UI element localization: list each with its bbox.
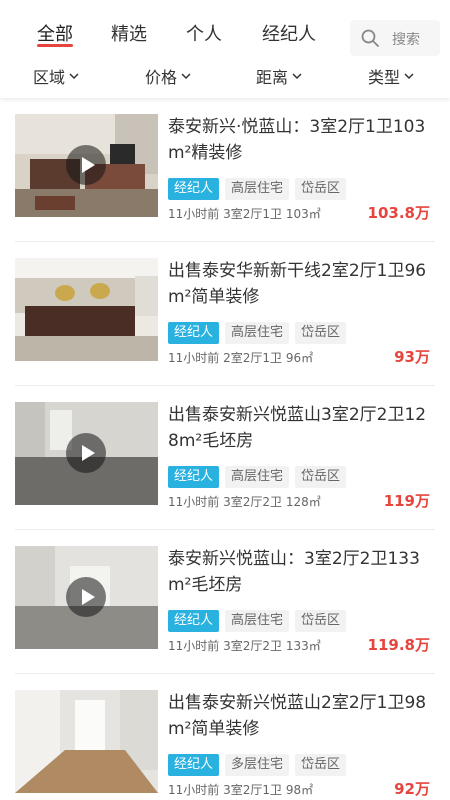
chevron-down-icon [404, 73, 414, 80]
listing-price: 92万 [394, 780, 430, 798]
filter-district[interactable]: 区域 [33, 64, 80, 88]
building-type-tag: 多层住宅 [225, 754, 290, 776]
district-tag: 岱岳区 [295, 754, 347, 776]
agent-tag: 经纪人 [168, 178, 220, 200]
top-bar: 全部 精选 个人 经纪人 搜索 区域 价格 距离 类型 [0, 0, 450, 98]
agent-tag: 经纪人 [168, 466, 220, 488]
chevron-down-icon [69, 73, 79, 80]
chevron-down-icon [292, 73, 302, 80]
filter-price[interactable]: 价格 [145, 64, 192, 88]
district-tag: 岱岳区 [295, 322, 347, 344]
list-item[interactable]: 出售泰安新兴悦蓝山2室2厅1卫98m²简单装修 经纪人 多层住宅 岱岳区 11小… [0, 674, 450, 800]
room-layout: 3室2厅2卫 [223, 639, 283, 653]
floor-area: 128㎡ [285, 495, 321, 509]
room-layout: 3室2厅1卫 [223, 207, 283, 221]
agent-tag: 经纪人 [168, 322, 220, 344]
filter-price-label: 价格 [145, 68, 178, 87]
listing-price: 93万 [394, 348, 430, 366]
listing-meta: 11小时前 2室2厅1卫 96㎡ [168, 349, 313, 366]
agent-tag: 经纪人 [168, 610, 220, 632]
listing-title: 泰安新兴悦蓝山：3室2厅2卫133m²毛坯房 [168, 549, 420, 595]
tab-featured[interactable]: 精选 [111, 20, 147, 46]
floor-area: 96㎡ [285, 351, 314, 365]
filter-distance[interactable]: 距离 [256, 64, 303, 88]
floor-area: 133㎡ [285, 639, 321, 653]
posted-time: 11小时前 [168, 207, 220, 221]
filter-district-label: 区域 [33, 68, 66, 87]
filter-type-label: 类型 [368, 68, 401, 87]
search-box[interactable]: 搜索 [350, 20, 440, 56]
district-tag: 岱岳区 [295, 610, 347, 632]
building-type-tag: 高层住宅 [225, 322, 290, 344]
listing-photo [15, 402, 158, 505]
tab-all[interactable]: 全部 [37, 20, 73, 46]
posted-time: 11小时前 [168, 639, 220, 653]
video-play-button[interactable] [66, 433, 106, 473]
room-layout: 3室2厅1卫 [223, 783, 283, 797]
listing-tags: 经纪人 高层住宅 岱岳区 [168, 178, 352, 200]
listing-tags: 经纪人 高层住宅 岱岳区 [168, 466, 352, 488]
search-icon [361, 29, 379, 47]
listing-meta: 11小时前 3室2厅1卫 103㎡ [168, 205, 321, 222]
listing-title: 出售泰安新兴悦蓝山2室2厅1卫98m²简单装修 [168, 693, 427, 739]
search-label: 搜索 [392, 32, 420, 48]
filter-bar: 区域 价格 距离 类型 [0, 60, 450, 90]
listing-meta: 11小时前 3室2厅2卫 133㎡ [168, 637, 321, 654]
list-item[interactable]: 出售泰安华新新干线2室2厅1卫96m²简单装修 经纪人 高层住宅 岱岳区 11小… [0, 242, 450, 386]
tab-personal[interactable]: 个人 [186, 20, 222, 46]
listing-price: 119万 [383, 492, 430, 510]
room-layout: 3室2厅2卫 [223, 495, 283, 509]
floor-area: 103㎡ [285, 207, 321, 221]
building-type-tag: 高层住宅 [225, 610, 290, 632]
listing-photo [15, 114, 158, 217]
hallway-photo [15, 690, 158, 793]
listing-meta: 11小时前 3室2厅1卫 98㎡ [168, 781, 313, 798]
listing-title: 出售泰安新兴悦蓝山3室2厅2卫128m²毛坯房 [168, 405, 427, 451]
agent-tag: 经纪人 [168, 754, 220, 776]
play-icon [82, 445, 95, 461]
listing-meta: 11小时前 3室2厅2卫 128㎡ [168, 493, 321, 510]
room-layout: 2室2厅1卫 [223, 351, 283, 365]
listing-photo [15, 546, 158, 649]
list-item[interactable]: 出售泰安新兴悦蓝山3室2厅2卫128m²毛坯房 经纪人 高层住宅 岱岳区 11小… [0, 386, 450, 530]
play-icon [82, 157, 95, 173]
play-icon [82, 589, 95, 605]
filter-type[interactable]: 类型 [368, 64, 415, 88]
posted-time: 11小时前 [168, 783, 220, 797]
video-play-button[interactable] [66, 145, 106, 185]
list-item[interactable]: 泰安新兴·悦蓝山：3室2厅1卫103m²精装修 经纪人 高层住宅 岱岳区 11小… [0, 98, 450, 242]
active-tab-indicator [37, 44, 73, 47]
listing-price: 103.8万 [367, 204, 430, 222]
list-item[interactable]: 泰安新兴悦蓝山：3室2厅2卫133m²毛坯房 经纪人 高层住宅 岱岳区 11小时… [0, 530, 450, 674]
listing-title: 泰安新兴·悦蓝山：3室2厅1卫103m²精装修 [168, 117, 426, 163]
filter-distance-label: 距离 [256, 68, 289, 87]
district-tag: 岱岳区 [295, 466, 347, 488]
living-room-photo [15, 258, 158, 361]
district-tag: 岱岳区 [295, 178, 347, 200]
posted-time: 11小时前 [168, 495, 220, 509]
chevron-down-icon [181, 73, 191, 80]
building-type-tag: 高层住宅 [225, 178, 290, 200]
posted-time: 11小时前 [168, 351, 220, 365]
floor-area: 98㎡ [285, 783, 314, 797]
category-tabs: 全部 精选 个人 经纪人 搜索 [0, 8, 450, 56]
listing-tags: 经纪人 高层住宅 岱岳区 [168, 322, 352, 344]
tab-agent[interactable]: 经纪人 [262, 20, 316, 46]
listing-tags: 经纪人 多层住宅 岱岳区 [168, 754, 352, 776]
video-play-button[interactable] [66, 577, 106, 617]
listing-title: 出售泰安华新新干线2室2厅1卫96m²简单装修 [168, 261, 427, 307]
listing-photo [15, 690, 158, 793]
building-type-tag: 高层住宅 [225, 466, 290, 488]
listing-price: 119.8万 [367, 636, 430, 654]
listing-photo [15, 258, 158, 361]
listing-tags: 经纪人 高层住宅 岱岳区 [168, 610, 352, 632]
